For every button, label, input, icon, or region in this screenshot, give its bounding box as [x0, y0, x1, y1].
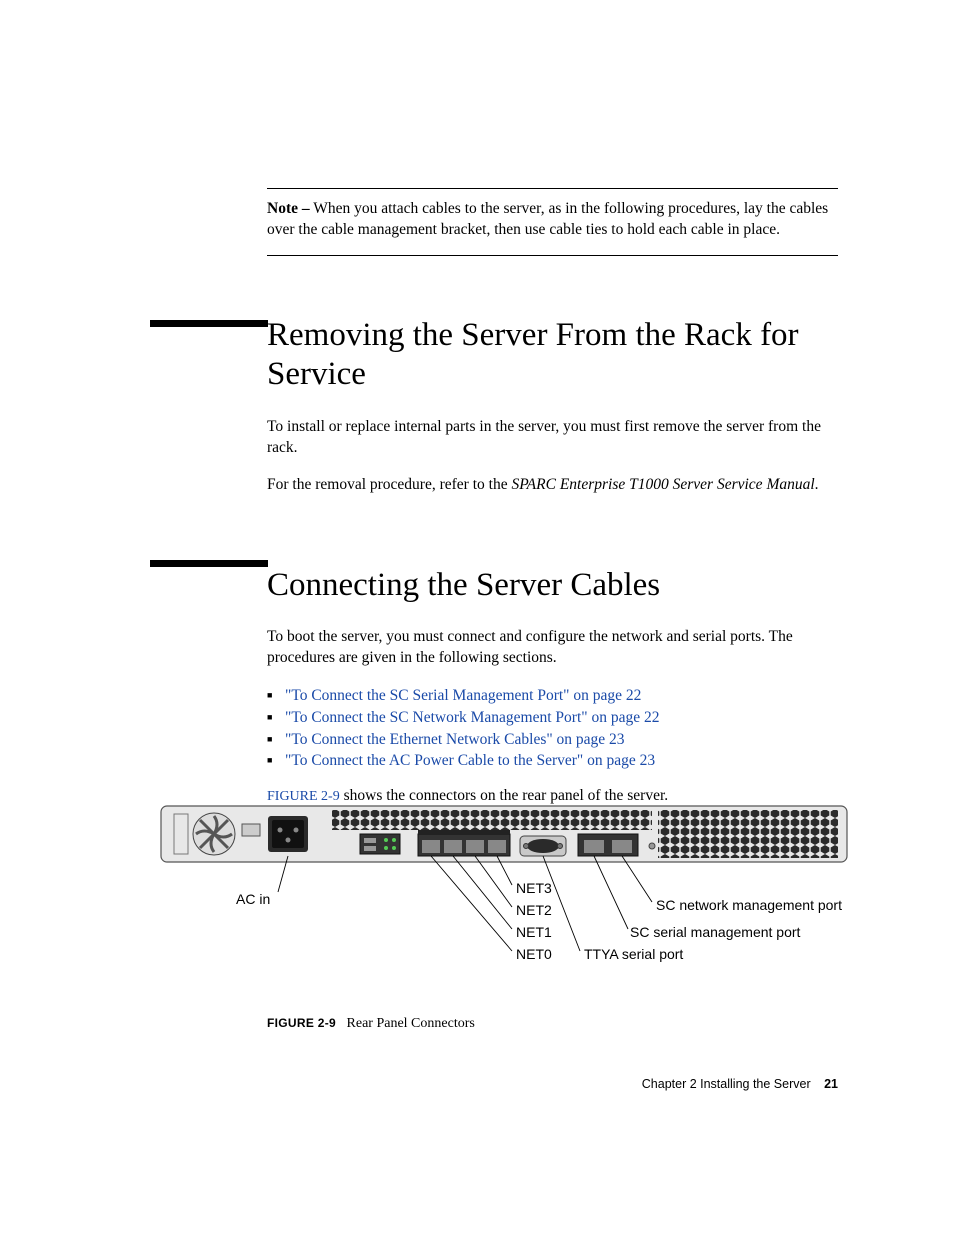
text: For the removal procedure, refer to the: [267, 476, 511, 493]
callout-sc-serial: SC serial management port: [630, 924, 800, 940]
callout-ttya: TTYA serial port: [584, 946, 683, 962]
paragraph: To boot the server, you must connect and…: [267, 627, 838, 669]
xref-link-ac-power[interactable]: "To Connect the AC Power Cable to the Se…: [285, 752, 655, 769]
paragraph: To install or replace internal parts in …: [267, 417, 838, 459]
server-rear-panel-illustration: [160, 800, 848, 870]
note-label: Note –: [267, 200, 310, 217]
callout-net3: NET3: [516, 880, 552, 896]
callout-ac-in: AC in: [236, 891, 270, 907]
figure-rear-panel: AC in NET3 NET2 NET1 NET0 TTYA serial po…: [160, 800, 838, 1032]
paragraph: For the removal procedure, refer to the …: [267, 475, 838, 496]
text: .: [815, 476, 819, 493]
xref-list: "To Connect the SC Serial Management Por…: [267, 685, 838, 772]
callout-net2: NET2: [516, 902, 552, 918]
figure-caption-label: FIGURE 2-9: [267, 1016, 336, 1030]
heading-removing-server: Removing the Server From the Rack for Se…: [267, 316, 838, 395]
manual-title: SPARC Enterprise T1000 Server Service Ma…: [511, 476, 814, 493]
note-text: When you attach cables to the server, as…: [267, 200, 828, 238]
figure-caption: FIGURE 2-9 Rear Panel Connectors: [160, 1016, 838, 1032]
heading-connecting-cables: Connecting the Server Cables: [267, 566, 838, 606]
figure-caption-text: Rear Panel Connectors: [347, 1016, 475, 1031]
section-rule-1: [150, 320, 268, 327]
callout-net1: NET1: [516, 924, 552, 940]
section-rule-2: [150, 560, 268, 567]
xref-link-sc-network[interactable]: "To Connect the SC Network Management Po…: [285, 709, 659, 726]
callout-sc-network: SC network management port: [656, 897, 842, 913]
xref-link-sc-serial[interactable]: "To Connect the SC Serial Management Por…: [285, 687, 641, 704]
footer-page-number: 21: [824, 1077, 838, 1091]
note-block: Note – When you attach cables to the ser…: [267, 188, 838, 256]
callout-net0: NET0: [516, 946, 552, 962]
footer-chapter: Chapter 2 Installing the Server: [642, 1077, 811, 1091]
page-footer: Chapter 2 Installing the Server 21: [642, 1077, 838, 1091]
xref-link-ethernet[interactable]: "To Connect the Ethernet Network Cables"…: [285, 731, 625, 748]
